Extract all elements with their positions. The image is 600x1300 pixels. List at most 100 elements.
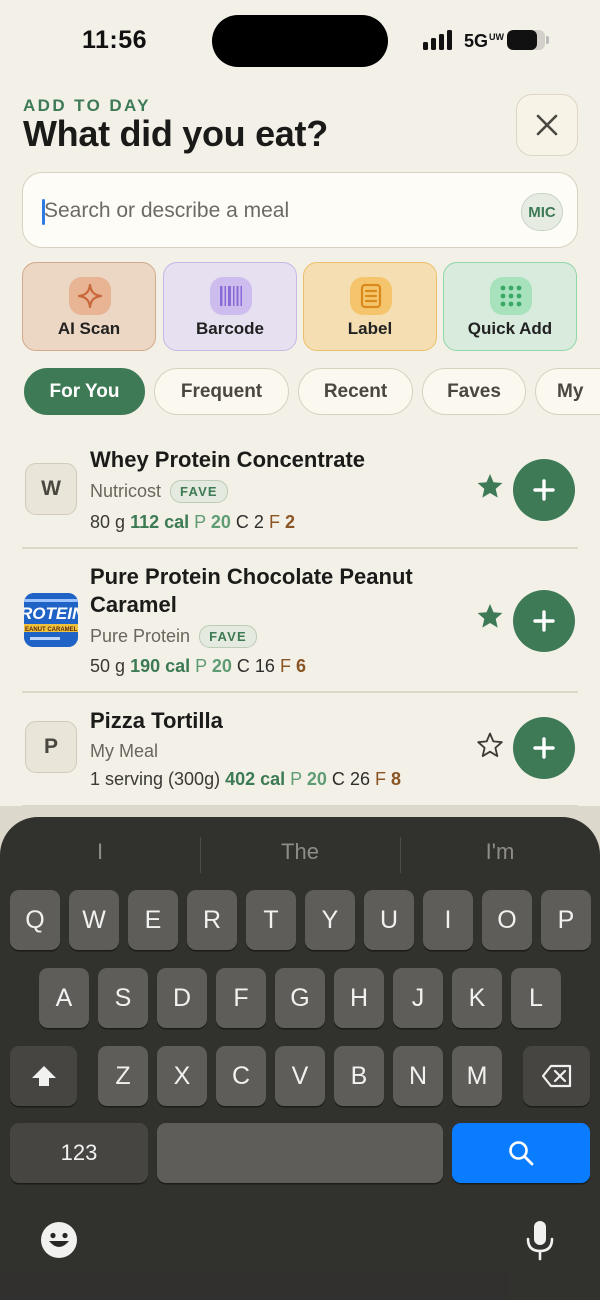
- key-l[interactable]: L: [511, 968, 561, 1028]
- ai-scan-button[interactable]: AI Scan: [22, 262, 156, 351]
- key-k[interactable]: K: [452, 968, 502, 1028]
- close-icon: [536, 114, 558, 136]
- key-x[interactable]: X: [157, 1046, 207, 1106]
- backspace-key[interactable]: [523, 1046, 590, 1106]
- barcode-icon: [210, 277, 252, 315]
- fave-badge: FAVE: [170, 480, 228, 503]
- key-g[interactable]: G: [275, 968, 325, 1028]
- barcode-button[interactable]: Barcode: [163, 262, 297, 351]
- status-bar: 11:56 5GUW: [0, 0, 600, 80]
- key-h[interactable]: H: [334, 968, 384, 1028]
- close-button[interactable]: [516, 94, 578, 156]
- key-c[interactable]: C: [216, 1046, 266, 1106]
- star-outline-icon[interactable]: [476, 731, 504, 759]
- fat-label: F: [374, 769, 386, 789]
- food-serving: 1 serving (300g): [90, 769, 221, 789]
- key-i[interactable]: I: [423, 890, 473, 950]
- food-carbs: C 26: [332, 769, 370, 789]
- key-t[interactable]: T: [246, 890, 296, 950]
- key-w[interactable]: W: [69, 890, 119, 950]
- carbs-value: 26: [349, 769, 370, 789]
- fat-label: F: [268, 512, 280, 532]
- battery-icon: [507, 30, 545, 50]
- page-title: What did you eat?: [23, 113, 328, 154]
- add-food-button[interactable]: [513, 717, 575, 779]
- shift-key[interactable]: [10, 1046, 77, 1106]
- carbs-label: C: [331, 769, 345, 789]
- key-e[interactable]: E: [128, 890, 178, 950]
- food-protein: P 20: [195, 656, 232, 676]
- key-d[interactable]: D: [157, 968, 207, 1028]
- search-input[interactable]: [44, 193, 514, 229]
- list-divider: [22, 691, 578, 693]
- search-icon: [509, 1141, 534, 1166]
- key-p[interactable]: P: [541, 890, 591, 950]
- key-z[interactable]: Z: [98, 1046, 148, 1106]
- emoji-button[interactable]: [39, 1219, 79, 1261]
- tab-my[interactable]: My: [535, 368, 600, 415]
- key-y[interactable]: Y: [305, 890, 355, 950]
- food-brand-row: Pure Protein FAVE: [90, 625, 257, 648]
- key-r[interactable]: R: [187, 890, 237, 950]
- label-label: Label: [347, 319, 393, 338]
- keyboard: I The I'm Q W E R T Y U I O P A S D F G …: [0, 817, 600, 1300]
- suggestion-1[interactable]: I: [0, 839, 200, 865]
- dynamic-island: [212, 15, 388, 67]
- add-food-button[interactable]: [513, 590, 575, 652]
- network-sub: UW: [489, 32, 505, 42]
- network-label: 5GUW: [464, 31, 504, 52]
- key-f[interactable]: F: [216, 968, 266, 1028]
- signal-icon: [423, 30, 452, 50]
- suggestion-3[interactable]: I'm: [400, 839, 600, 865]
- numbers-key[interactable]: 123: [10, 1123, 148, 1183]
- food-fat: F 2: [269, 512, 295, 532]
- food-avatar: W: [25, 463, 77, 515]
- key-q[interactable]: Q: [10, 890, 60, 950]
- barcode-label: Barcode: [195, 319, 265, 338]
- key-s[interactable]: S: [98, 968, 148, 1028]
- key-a[interactable]: A: [39, 968, 89, 1028]
- food-name[interactable]: Pizza Tortilla: [90, 707, 223, 735]
- shift-icon: [31, 1066, 56, 1086]
- fat-label: F: [279, 656, 291, 676]
- dictation-button[interactable]: [520, 1219, 560, 1261]
- tab-faves[interactable]: Faves: [422, 368, 526, 415]
- key-m[interactable]: M: [452, 1046, 502, 1106]
- mic-button[interactable]: MIC: [521, 193, 563, 231]
- tab-recent[interactable]: Recent: [298, 368, 413, 415]
- plus-icon: [533, 610, 555, 632]
- text-caret: [42, 199, 45, 225]
- food-calories: 190 cal: [130, 656, 191, 676]
- key-j[interactable]: J: [393, 968, 443, 1028]
- key-o[interactable]: O: [482, 890, 532, 950]
- tab-frequent[interactable]: Frequent: [154, 368, 289, 415]
- key-b[interactable]: B: [334, 1046, 384, 1106]
- label-button[interactable]: Label: [303, 262, 437, 351]
- food-protein: P 20: [194, 512, 231, 532]
- carbs-label: C: [235, 512, 249, 532]
- sparkle-icon: [69, 277, 111, 315]
- fat-value: 6: [295, 656, 306, 676]
- carbs-label: C: [236, 656, 250, 676]
- key-n[interactable]: N: [393, 1046, 443, 1106]
- food-brand: My Meal: [90, 741, 159, 761]
- search-bar[interactable]: MIC: [22, 172, 578, 248]
- plus-icon: [533, 737, 555, 759]
- plus-icon: [533, 479, 555, 501]
- battery-tip: [546, 36, 549, 44]
- food-avatar: P: [25, 721, 77, 773]
- search-key[interactable]: [452, 1123, 590, 1183]
- key-v[interactable]: V: [275, 1046, 325, 1106]
- space-key[interactable]: [157, 1123, 443, 1183]
- suggestion-2[interactable]: The: [200, 839, 400, 865]
- food-name[interactable]: Pure Protein Chocolate Peanut Caramel: [90, 563, 460, 619]
- food-carbs: C 2: [236, 512, 264, 532]
- add-food-button[interactable]: [513, 459, 575, 521]
- food-serving: 50 g: [90, 656, 126, 676]
- food-name[interactable]: Whey Protein Concentrate: [90, 446, 365, 474]
- star-filled-icon[interactable]: [476, 472, 504, 500]
- key-u[interactable]: U: [364, 890, 414, 950]
- quick-add-button[interactable]: Quick Add: [443, 262, 577, 351]
- star-filled-icon[interactable]: [476, 602, 504, 630]
- tab-for-you[interactable]: For You: [24, 368, 145, 415]
